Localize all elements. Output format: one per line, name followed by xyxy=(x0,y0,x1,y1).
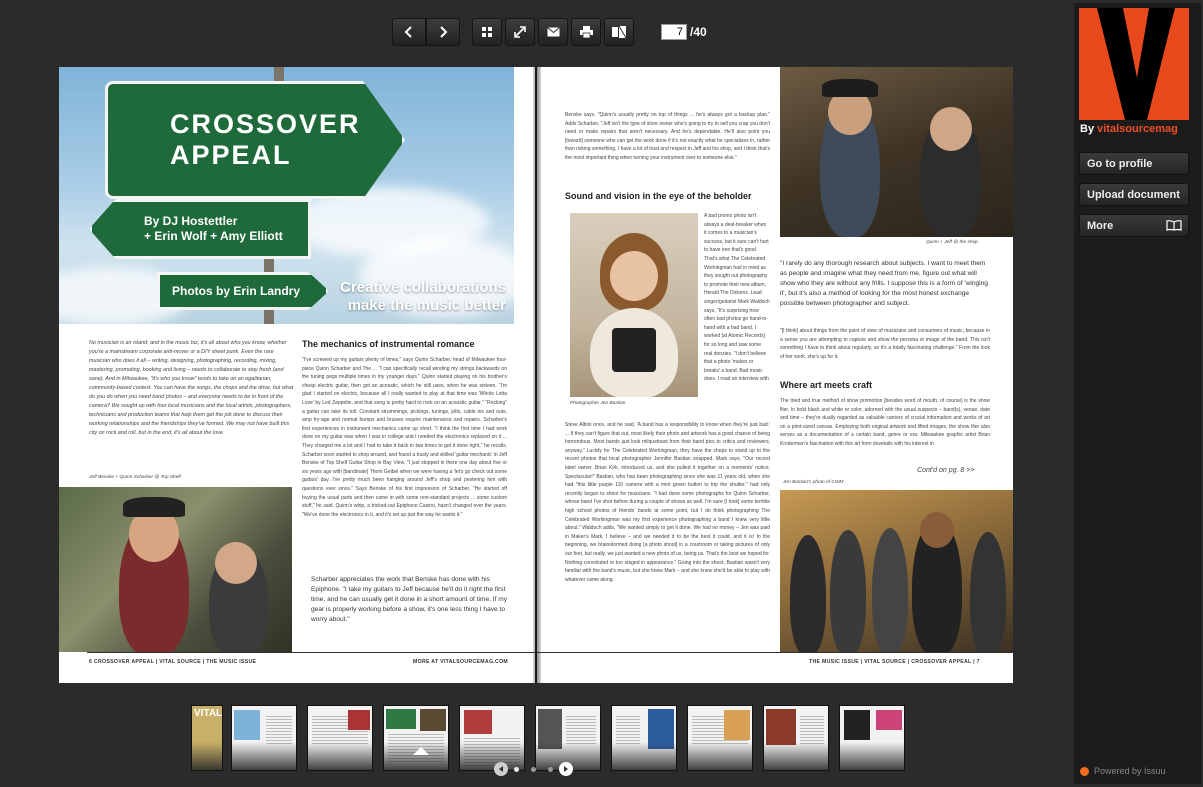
photo-caption-cwm: Jen Bastian's photo of CWM xyxy=(783,480,844,485)
pager-dot-1[interactable] xyxy=(514,766,519,772)
chevron-right-icon xyxy=(440,26,448,38)
left-footer-url: MORE AT VITALSOURCEMAG.COM xyxy=(413,659,509,665)
tagline-line-2: make the music better xyxy=(347,297,506,314)
book-icon xyxy=(1166,220,1182,231)
pager-dot-2[interactable] xyxy=(531,766,536,772)
email-button[interactable] xyxy=(538,18,568,46)
photo-credit-sign: Photos by Erin Landry xyxy=(157,272,329,310)
thumbnail-page-12-13[interactable] xyxy=(611,705,677,771)
next-page-button[interactable] xyxy=(426,18,460,46)
prev-page-button[interactable] xyxy=(392,18,426,46)
thumbnail-page-4-5[interactable] xyxy=(307,705,373,771)
right-footer: THE MUSIC ISSUE | VITAL SOURCE | CROSSOV… xyxy=(809,659,980,665)
fullscreen-button[interactable] xyxy=(505,18,535,46)
section-head-right: Sound and vision in the eye of the behol… xyxy=(565,191,752,201)
publisher-byline: By vitalsourcemag xyxy=(1080,123,1178,135)
photo-caption-bastian: Photographer Jen Bastian xyxy=(570,401,626,406)
email-icon xyxy=(546,27,560,37)
hero-image: CROSSOVER APPEAL By DJ Hostettler + Erin… xyxy=(59,67,514,324)
more-button[interactable]: More xyxy=(1079,214,1189,237)
left-body-text: "I've screwed up my guitars plenty of ti… xyxy=(302,357,507,518)
right-pull-quote: "I rarely do any thorough research about… xyxy=(780,260,988,307)
byline-sign: By DJ Hostettler + Erin Wolf + Amy Ellio… xyxy=(89,199,311,259)
print-icon xyxy=(579,26,593,38)
jen-bastian-photo xyxy=(570,213,698,397)
powered-by[interactable]: Powered by Issuu xyxy=(1080,766,1166,776)
page-nav-group xyxy=(392,18,472,46)
left-page[interactable]: CROSSOVER APPEAL By DJ Hostettler + Erin… xyxy=(59,67,535,683)
current-thumbnail-marker xyxy=(413,747,429,755)
circle-right-icon xyxy=(564,766,568,772)
thumbnail-page-6-7[interactable] xyxy=(383,705,449,771)
headline-line-1: CROSSOVER xyxy=(170,109,361,139)
right-pull-quote-2: "[I think] about things from the point o… xyxy=(780,328,990,360)
right-col1-bottom: Steve Albini once, and he said, 'A band … xyxy=(565,422,770,583)
grid-icon xyxy=(482,27,492,37)
viewer-toolbar: /40 xyxy=(392,17,707,47)
benske-scharber-photo xyxy=(59,487,292,652)
grid-view-button[interactable] xyxy=(472,18,502,46)
section-head-art: Where art meets craft xyxy=(780,380,873,390)
circle-left-icon xyxy=(499,766,503,772)
issuu-logo-icon xyxy=(1080,766,1089,776)
section-head-left: The mechanics of instrumental romance xyxy=(302,339,475,349)
thumbs-next-button[interactable] xyxy=(559,762,573,776)
page-number-input[interactable] xyxy=(661,24,687,40)
headline-line-2: APPEAL xyxy=(170,140,292,170)
powered-by-label: Powered by Issuu xyxy=(1094,766,1166,776)
byline-line-2: + Erin Wolf + Amy Elliott xyxy=(144,229,283,243)
photo-caption-left: Jeff Benske + Quinn Scharber @ Top Shelf xyxy=(89,475,181,480)
v-logo-icon xyxy=(1097,8,1175,120)
layout-icon xyxy=(612,26,626,38)
thumbnail-page-18-19[interactable] xyxy=(839,705,905,771)
publisher-logo[interactable] xyxy=(1079,8,1189,120)
celebrated-workingman-photo xyxy=(780,490,1013,653)
right-col1-top: Benske says, "Quinn's usually pretty on … xyxy=(565,112,770,161)
pager-dot-3[interactable] xyxy=(548,766,553,772)
photo-caption-shop: Quinn + Jeff @ the shop xyxy=(926,240,978,245)
print-button[interactable] xyxy=(571,18,601,46)
thumbs-prev-button[interactable] xyxy=(494,762,508,776)
go-to-profile-button[interactable]: Go to profile xyxy=(1079,152,1189,175)
left-pull-quote: Scharber appreciates the work that Bensk… xyxy=(311,576,508,623)
article-intro: No musician is an island; and in the mus… xyxy=(89,340,294,436)
publisher-sidebar: By vitalsourcemag Go to profile Upload d… xyxy=(1074,3,1201,784)
thumbnail-cover-title: VITAL xyxy=(194,708,223,719)
right-page[interactable]: Benske says, "Quinn's usually pretty on … xyxy=(537,67,1013,683)
publisher-link[interactable]: vitalsourcemag xyxy=(1097,123,1178,135)
by-label: By xyxy=(1080,123,1095,135)
thumbnail-page-14-15[interactable] xyxy=(687,705,753,771)
thumbnail-page-16-17[interactable] xyxy=(763,705,829,771)
layout-toggle-button[interactable] xyxy=(604,18,634,46)
hero-tagline: Creative collaborations make the music b… xyxy=(340,279,506,315)
chevron-left-icon xyxy=(404,26,412,38)
upload-document-button[interactable]: Upload document xyxy=(1079,183,1189,206)
tagline-line-1: Creative collaborations xyxy=(340,279,506,296)
right-side-text: A bad promo photo isn't always a deal-br… xyxy=(704,213,770,382)
page-total: /40 xyxy=(690,25,707,39)
thumbnail-page-2-3[interactable] xyxy=(231,705,297,771)
more-label: More xyxy=(1087,219,1114,232)
thumbnail-cover[interactable]: VITAL xyxy=(191,705,223,771)
continued-note: Cont'd on pg. 8 >> xyxy=(917,467,975,474)
headline-sign: CROSSOVER APPEAL xyxy=(105,81,405,199)
byline-line-1: By DJ Hostettler xyxy=(144,214,238,228)
left-footer: 6 CROSSOVER APPEAL | VITAL SOURCE | THE … xyxy=(89,659,257,665)
fullscreen-icon xyxy=(514,26,526,38)
quinn-jeff-shop-photo xyxy=(780,67,1013,237)
thumbnail-pager xyxy=(494,762,573,776)
right-col2-bottom: The tried and true method of show promot… xyxy=(780,398,990,447)
magazine-spread[interactable]: CROSSOVER APPEAL By DJ Hostettler + Erin… xyxy=(59,67,1013,683)
